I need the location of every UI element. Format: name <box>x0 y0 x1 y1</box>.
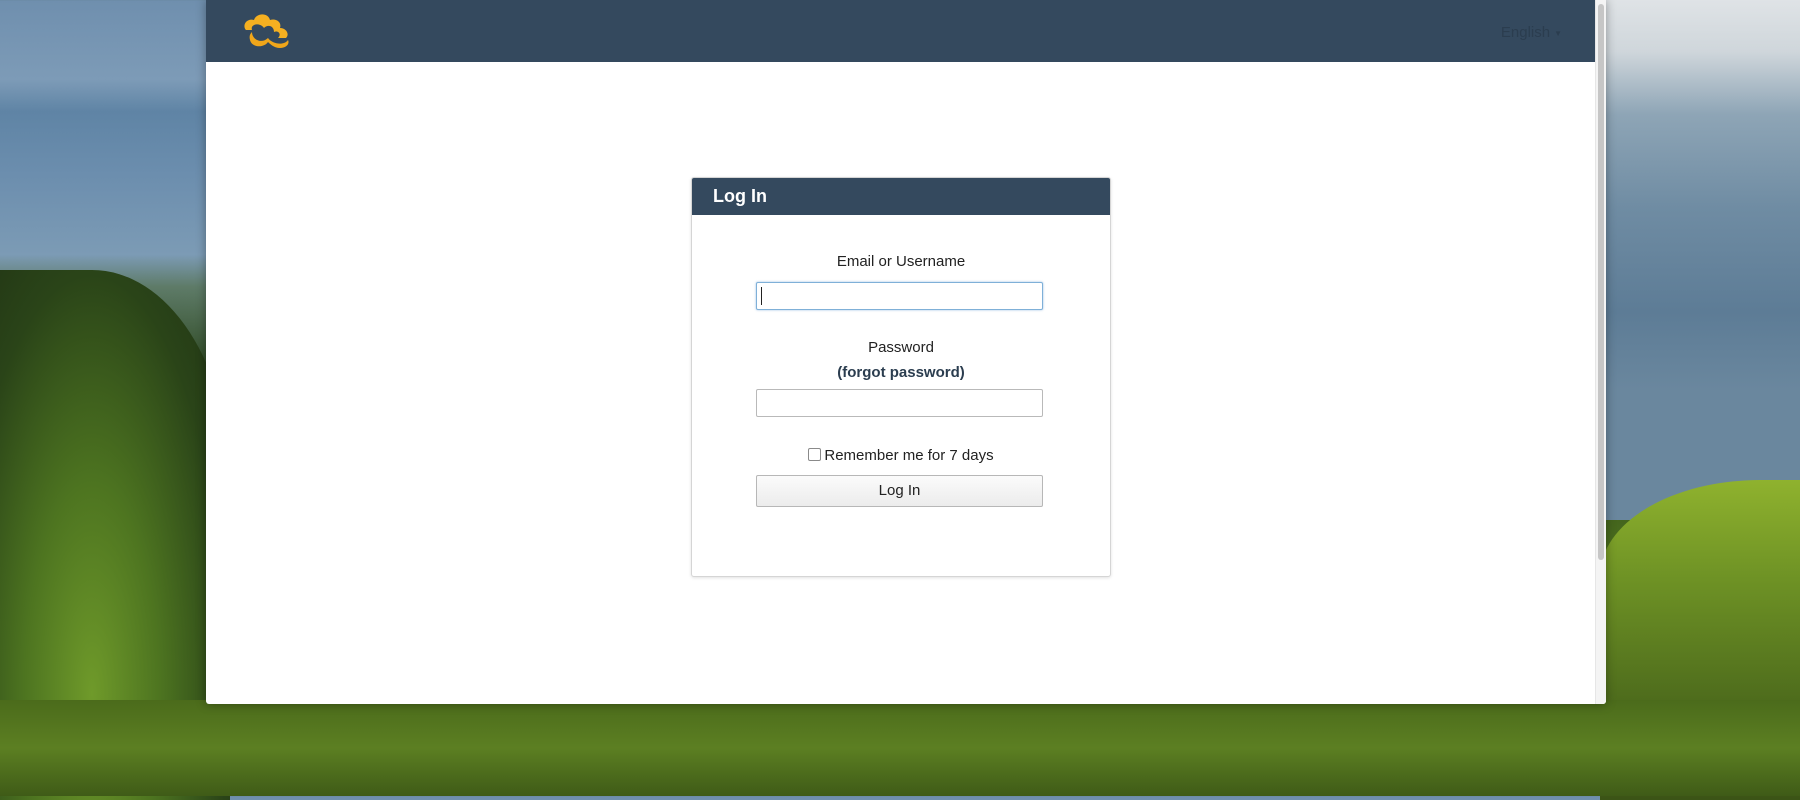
cloud-logo-icon[interactable] <box>238 10 298 50</box>
remember-me-checkbox[interactable] <box>808 448 822 461</box>
caret-down-icon: ▼ <box>1554 28 1562 38</box>
language-dropdown[interactable]: English ▼ <box>1501 24 1562 41</box>
login-panel-title: Log In <box>692 178 1110 215</box>
forgot-password-link[interactable]: (forgot password) <box>692 364 1110 381</box>
scrollbar-thumb[interactable] <box>1598 4 1604 560</box>
password-input[interactable] <box>756 389 1043 417</box>
username-input[interactable] <box>756 282 1043 310</box>
login-panel: Log In Email or Username Password (forgo… <box>691 177 1111 577</box>
background-field <box>0 700 1800 796</box>
remember-me-row: Remember me for 7 days <box>692 447 1110 464</box>
browser-page: English ▼ Log In Email or Username Passwo… <box>206 0 1606 704</box>
top-navbar: English ▼ <box>206 0 1596 62</box>
username-label: Email or Username <box>836 253 966 270</box>
background-sea-right <box>1600 0 1800 520</box>
login-submit-button[interactable]: Log In <box>756 475 1043 507</box>
page-scrollbar[interactable] <box>1595 0 1606 704</box>
text-cursor <box>761 287 762 305</box>
language-label: English <box>1500 24 1551 41</box>
remember-me-label[interactable]: Remember me for 7 days <box>824 447 993 464</box>
password-label: Password <box>868 339 934 356</box>
